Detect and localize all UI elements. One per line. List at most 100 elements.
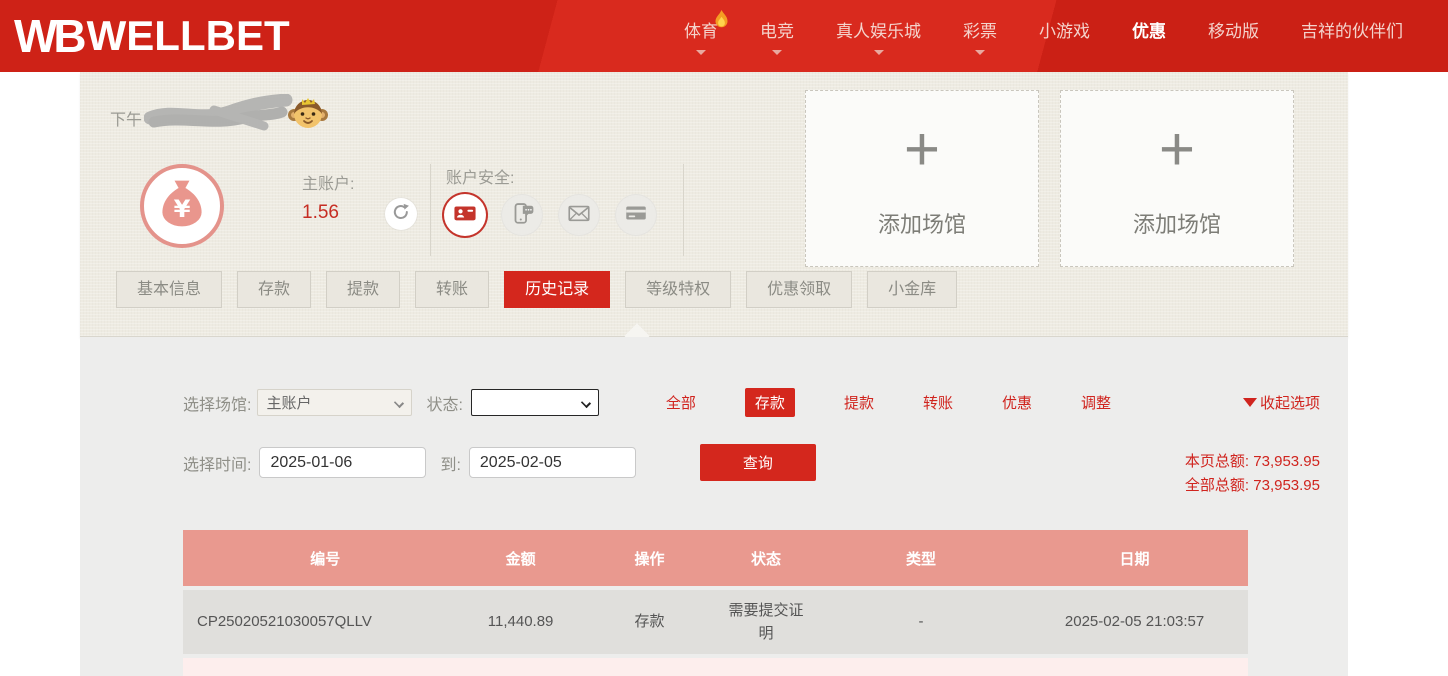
date-from-input[interactable] [259, 447, 426, 478]
refresh-icon [391, 202, 411, 227]
cell-operation: 存款 [588, 602, 712, 641]
logo-text: WELLBET [87, 15, 290, 57]
col-header-id: 编号 [183, 548, 454, 569]
chevron-down-icon [874, 50, 884, 55]
account-tabs: 基本信息 存款 提款 转账 历史记录 等级特权 优惠领取 小金库 [116, 271, 957, 308]
tab-promo-claim[interactable]: 优惠领取 [746, 271, 852, 308]
nav-item-label: 彩票 [963, 17, 997, 42]
greeting: 下午 [110, 94, 328, 141]
nav-item-mobile[interactable]: 移动版 [1187, 0, 1280, 72]
nav-item-live-casino[interactable]: 真人娱乐城 [815, 0, 942, 72]
nav-item-minigames[interactable]: 小游戏 [1018, 0, 1111, 72]
nav-item-sports[interactable]: 体育 [663, 0, 739, 72]
page-total: 本页总额: 73,953.95 [1185, 450, 1320, 474]
main-nav: 体育 电竞 真人娱乐城 彩票 小游戏 优惠 移动版 吉祥的伙伴们 [663, 0, 1424, 72]
nav-item-label: 真人娱乐城 [836, 17, 921, 42]
tab-basic-info[interactable]: 基本信息 [116, 271, 222, 308]
page-total-label: 本页总额: [1185, 453, 1249, 470]
collapse-options-link[interactable]: 收起选项 [1243, 392, 1320, 413]
nav-item-label: 吉祥的伙伴们 [1301, 17, 1403, 42]
chevron-down-icon [696, 50, 706, 55]
money-bag-icon: ¥ [154, 176, 210, 237]
divider [683, 164, 684, 256]
filter-row-dates: 选择时间: 到: 查询 [183, 444, 816, 481]
cell-status: 需要提交证明 [711, 591, 821, 654]
triangle-down-icon [1243, 398, 1257, 407]
venue-select-label: 选择场馆: [183, 391, 251, 415]
wellbet-logo[interactable]: WB WELLBET [14, 13, 290, 59]
redacted-username-scribble [144, 94, 294, 141]
sms-verification-button[interactable] [501, 194, 543, 236]
all-total-value: 73,953.95 [1253, 477, 1320, 494]
nav-item-label: 体育 [684, 17, 718, 42]
status-select[interactable] [471, 389, 599, 416]
filter-withdraw[interactable]: 提款 [844, 392, 874, 413]
add-venue-button[interactable]: + 添加场馆 [1060, 90, 1294, 267]
tab-vault[interactable]: 小金库 [867, 271, 957, 308]
main-account-label: 主账户: [302, 170, 354, 194]
chevron-down-icon [975, 50, 985, 55]
monkey-avatar-icon [288, 93, 328, 138]
collapse-options-label: 收起选项 [1260, 392, 1320, 413]
filter-all[interactable]: 全部 [666, 392, 696, 413]
date-to-input[interactable] [469, 447, 636, 478]
email-verification-button[interactable] [558, 194, 600, 236]
user-account-panel: 下午 ¥ [80, 72, 1348, 337]
nav-item-partners[interactable]: 吉祥的伙伴们 [1280, 0, 1424, 72]
top-navbar: WB WELLBET 体育 电竞 真人娱乐城 彩票 小游戏 优惠 [0, 0, 1448, 72]
nav-item-esports[interactable]: 电竞 [739, 0, 815, 72]
tab-history[interactable]: 历史记录 [504, 271, 610, 308]
col-header-type: 类型 [821, 548, 1021, 569]
all-total: 全部总额: 73,953.95 [1185, 474, 1320, 498]
id-verification-button[interactable] [444, 194, 486, 236]
account-security-label: 账户安全: [446, 164, 514, 188]
table-row-partial [183, 658, 1248, 676]
tab-withdraw[interactable]: 提款 [326, 271, 400, 308]
logo-mark: WB [14, 13, 83, 59]
refresh-balance-button[interactable] [385, 198, 417, 230]
bank-card-button[interactable] [615, 194, 657, 236]
add-venue-label: 添加场馆 [878, 207, 966, 239]
add-venue-button[interactable]: + 添加场馆 [805, 90, 1039, 267]
tab-transfer[interactable]: 转账 [415, 271, 489, 308]
cell-type: - [821, 602, 1021, 641]
chevron-down-icon [394, 398, 404, 408]
col-header-amount: 金额 [454, 548, 588, 569]
filter-deposit[interactable]: 存款 [745, 388, 795, 417]
totals: 本页总额: 73,953.95 全部总额: 73,953.95 [1185, 450, 1320, 498]
chevron-down-icon [581, 398, 591, 408]
mail-envelope-icon [566, 200, 592, 231]
to-label: 到: [440, 451, 460, 475]
sms-phone-icon [509, 200, 535, 231]
main-account-balance: 1.56 [302, 202, 339, 224]
filter-transfer[interactable]: 转账 [923, 392, 953, 413]
add-venue-label: 添加场馆 [1133, 207, 1221, 239]
filter-promo[interactable]: 优惠 [1002, 392, 1032, 413]
plus-icon: + [904, 119, 940, 181]
nav-item-label: 移动版 [1208, 17, 1259, 42]
cell-id: CP25020521030057QLLV [183, 602, 454, 641]
nav-item-label: 优惠 [1132, 17, 1166, 42]
venue-select[interactable]: 主账户 [257, 389, 412, 416]
history-content: 选择场馆: 主账户 状态: 全部 存款 提款 转账 优惠 调整 收起选项 选择时… [80, 337, 1348, 676]
cell-amount: 11,440.89 [454, 602, 588, 641]
chevron-down-icon [772, 50, 782, 55]
time-select-label: 选择时间: [183, 451, 251, 475]
nav-item-label: 小游戏 [1039, 17, 1090, 42]
nav-item-lottery[interactable]: 彩票 [942, 0, 1018, 72]
page-total-value: 73,953.95 [1253, 453, 1320, 470]
all-total-label: 全部总额: [1185, 477, 1249, 494]
greeting-text: 下午 [110, 106, 142, 130]
filter-adjustment[interactable]: 调整 [1081, 392, 1111, 413]
cell-date: 2025-02-05 21:03:57 [1021, 602, 1248, 641]
security-icons [444, 194, 657, 236]
search-button[interactable]: 查询 [700, 444, 816, 481]
divider [430, 164, 431, 256]
table-row: CP25020521030057QLLV 11,440.89 存款 需要提交证明… [183, 590, 1248, 654]
nav-item-promotions[interactable]: 优惠 [1111, 0, 1187, 72]
tab-deposit[interactable]: 存款 [237, 271, 311, 308]
tab-vip-privileges[interactable]: 等级特权 [625, 271, 731, 308]
main-account-button[interactable]: ¥ [140, 164, 224, 248]
history-table: 编号 金额 操作 状态 类型 日期 CP25020521030057QLLV 1… [183, 530, 1248, 676]
status-select-label: 状态: [426, 391, 462, 415]
